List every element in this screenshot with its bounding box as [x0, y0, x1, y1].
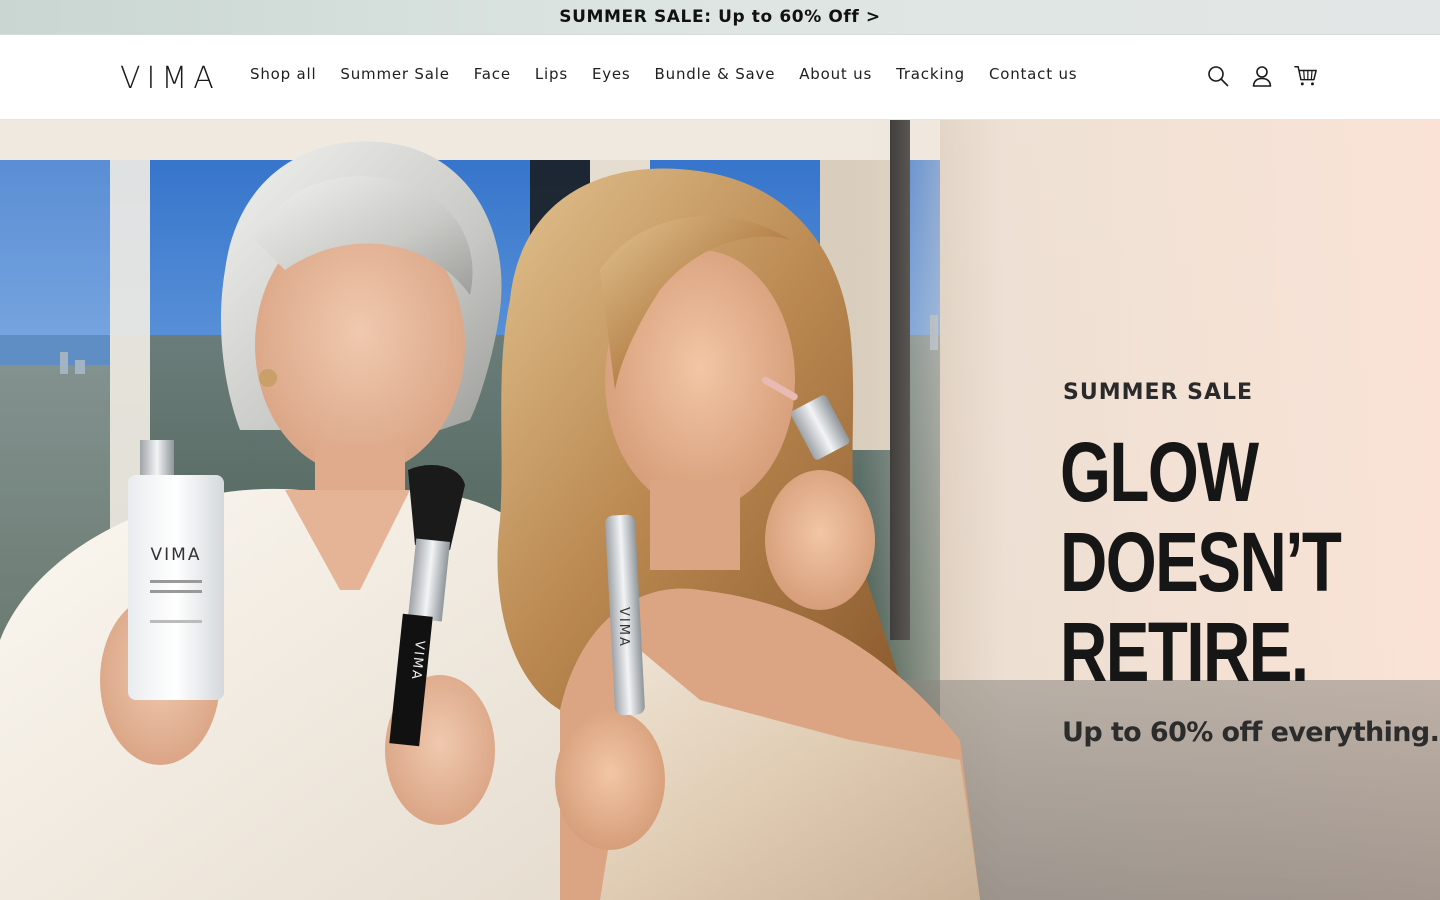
- nav-shop-all[interactable]: Shop all: [250, 65, 316, 83]
- hero-headline-line1: GLOW DOESN’T: [1060, 425, 1342, 609]
- hero-headline: GLOW DOESN’T RETIRE.: [1060, 427, 1440, 697]
- hero-banner[interactable]: VIMA VIMA VIMA SUMMER SALE GLOW DOESN’T …: [0, 120, 1440, 900]
- search-icon[interactable]: [1206, 63, 1230, 89]
- nav-about-us[interactable]: About us: [799, 65, 872, 83]
- foundation-bottle: VIMA: [128, 440, 224, 700]
- nav-summer-sale[interactable]: Summer Sale: [340, 65, 449, 83]
- lip-tube-label: VIMA: [616, 607, 631, 648]
- nav-lips[interactable]: Lips: [535, 65, 568, 83]
- cart-icon[interactable]: [1294, 63, 1318, 89]
- account-icon[interactable]: [1250, 63, 1274, 89]
- announcement-link[interactable]: SUMMER SALE: Up to 60% Off >: [559, 7, 881, 27]
- nav-contact-us[interactable]: Contact us: [989, 65, 1077, 83]
- header-icons: [1206, 63, 1318, 89]
- hero-eyebrow: SUMMER SALE: [1063, 380, 1254, 405]
- nav-tracking[interactable]: Tracking: [896, 65, 965, 83]
- nav-bundle-save[interactable]: Bundle & Save: [655, 65, 776, 83]
- nav-eyes[interactable]: Eyes: [592, 65, 631, 83]
- hero-subhead: Up to 60% off everything.: [1062, 717, 1440, 748]
- foundation-label: VIMA: [151, 545, 202, 565]
- site-header: VIMA Shop all Summer Sale Face Lips Eyes…: [0, 35, 1440, 120]
- nav-face[interactable]: Face: [474, 65, 511, 83]
- hero-headline-line2: RETIRE.: [1060, 605, 1309, 699]
- main-nav: Shop all Summer Sale Face Lips Eyes Bund…: [250, 65, 1101, 83]
- announcement-bar: SUMMER SALE: Up to 60% Off >: [0, 0, 1440, 35]
- hero-text: SUMMER SALE GLOW DOESN’T RETIRE. Up to 6…: [1060, 380, 1440, 748]
- logo[interactable]: VIMA: [120, 59, 220, 97]
